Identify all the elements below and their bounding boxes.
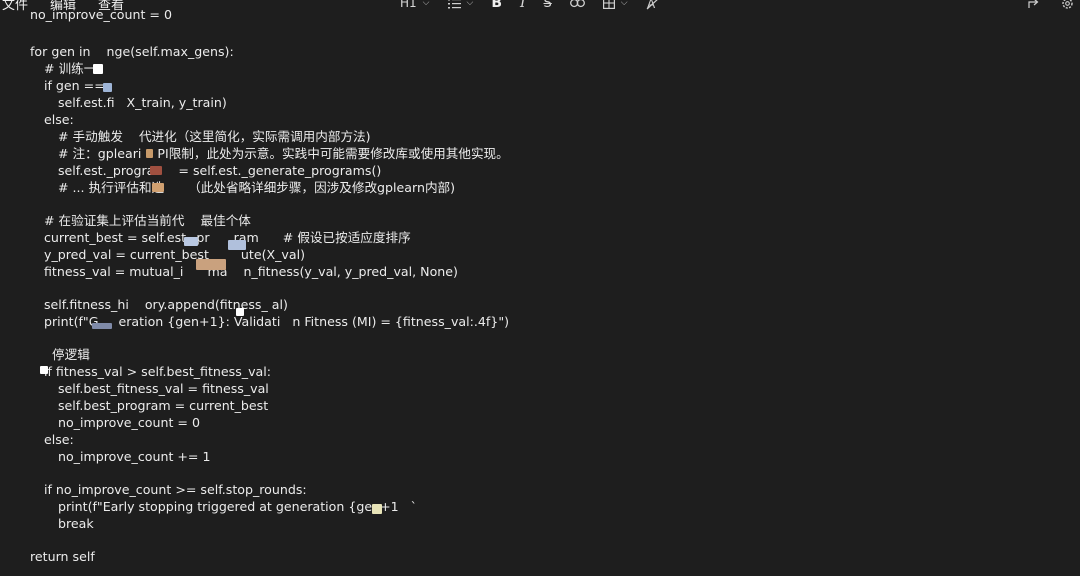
redaction-mark [372, 504, 382, 514]
code-line: 停逻辑 [44, 347, 90, 362]
code-line: else: [44, 432, 74, 447]
code-line: fitness_val = mutual_i ma n_fitness(y_va… [44, 264, 458, 279]
share-icon[interactable] [1028, 0, 1041, 9]
code-line: # 训练一 [44, 61, 97, 76]
code-line: print(f"Early stopping triggered at gene… [58, 499, 417, 514]
redaction-mark [184, 237, 198, 246]
chevron-down-icon: ⌵ [620, 0, 628, 8]
redaction-mark [146, 149, 153, 158]
code-line: self.best_program = current_best [58, 398, 269, 413]
code-line: self.est._progra = self.est._generate_pr… [58, 163, 382, 178]
code-line: no_improve_count = 0 [58, 415, 200, 430]
redaction-mark [150, 166, 162, 175]
code-line: y_pred_val = current_best ute(X_val) [44, 247, 305, 262]
redaction-mark [93, 64, 103, 74]
code-line: no_improve_count = 0 [30, 7, 172, 22]
code-line: else: [44, 112, 74, 127]
code-line: # 注：gpleari PI限制，此处为示意。实践中可能需要修改库或使用其他实现… [58, 146, 509, 161]
redaction-mark [40, 366, 48, 374]
heading-label: H1 [400, 0, 417, 10]
code-line: break [58, 516, 94, 531]
redaction-mark [92, 323, 112, 329]
code-line: self.best_fitness_val = fitness_val [58, 381, 269, 396]
redaction-mark [228, 240, 246, 250]
code-line: return self [30, 549, 95, 564]
link-icon[interactable] [569, 0, 585, 8]
chevron-down-icon: ⌵ [466, 0, 474, 8]
redaction-mark [236, 308, 244, 316]
code-line: self.fitness_hi ory.append(fitness_ al) [44, 297, 288, 312]
strikethrough-button[interactable]: S [544, 0, 552, 11]
code-line: # ... 执行评估和选 （此处省略详细步骤，因涉及修改gplearn内部) [58, 180, 456, 195]
code-editor[interactable]: no_improve_count = 0 for gen in nge(self… [0, 7, 1080, 576]
clear-format-icon[interactable]: A [646, 0, 660, 10]
table-icon [602, 0, 615, 9]
heading-dropdown[interactable]: H1 ⌵ [400, 0, 430, 10]
code-line: print(f"G eration {gen+1}: Validati n Fi… [44, 314, 510, 329]
code-line: if no_improve_count >= self.stop_rounds: [44, 482, 307, 497]
code-line: self.est.fi X_train, y_train) [58, 95, 227, 110]
redaction-mark [152, 183, 164, 192]
code-line: # 手动触发 代进化（这里简化，实际需调用内部方法) [58, 129, 371, 144]
list-icon [447, 2, 461, 8]
list-dropdown[interactable]: ⌵ [447, 0, 474, 9]
chevron-down-icon: ⌵ [422, 0, 430, 8]
code-line: if fitness_val > self.best_fitness_val: [44, 364, 271, 379]
code-line: if gen == [44, 78, 105, 93]
redaction-mark [103, 83, 112, 92]
code-line: no_improve_count += 1 [58, 449, 211, 464]
code-line: for gen in nge(self.max_gens): [30, 44, 234, 59]
table-dropdown[interactable]: ⌵ [602, 0, 628, 9]
code-line: # 在验证集上评估当前代 最佳个体 [44, 213, 251, 228]
settings-icon[interactable] [1061, 0, 1074, 10]
redaction-mark [196, 259, 226, 270]
